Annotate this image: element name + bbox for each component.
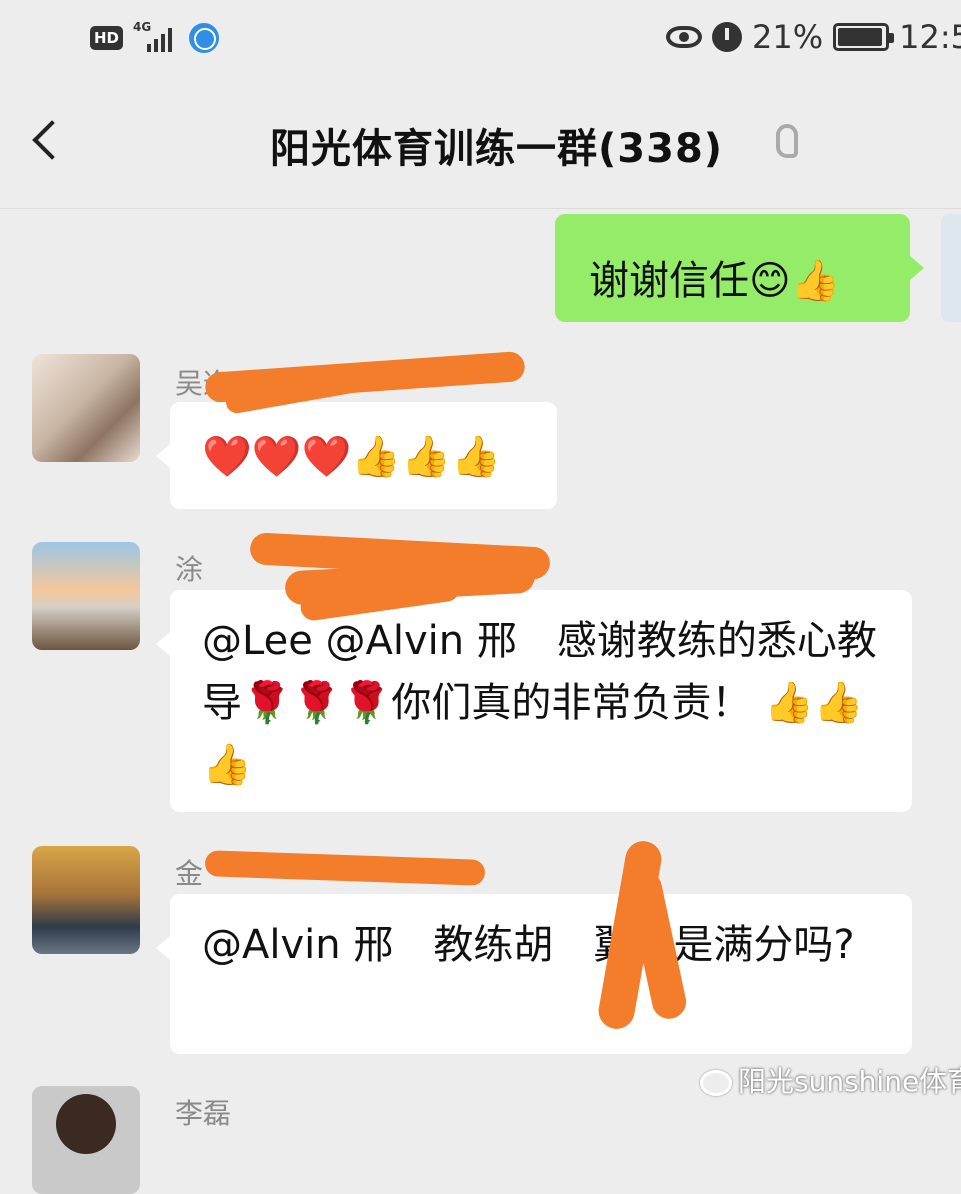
avatar[interactable] — [32, 1086, 140, 1194]
avatar[interactable] — [32, 542, 140, 650]
eye-icon — [666, 26, 703, 48]
chat-title: 阳光体育训练一群(338) — [270, 126, 724, 172]
message-bubble[interactable]: @Alvin 邢 教练胡 翼也是满分吗? — [156, 894, 912, 1054]
earpiece-mode-icon — [776, 124, 798, 158]
back-icon[interactable] — [32, 120, 72, 160]
clock: 12:5 — [899, 18, 961, 56]
alarm-icon — [712, 22, 743, 52]
sender-name: 金 — [175, 857, 204, 890]
browser-icon — [189, 23, 220, 53]
status-bar: HD 4G 21% 12:5 — [0, 0, 961, 80]
battery-icon — [833, 23, 895, 51]
watermark: 阳光sunshine体育 — [700, 1060, 961, 1100]
message-bubble[interactable]: ❤️❤️❤️👍👍👍 — [156, 402, 557, 509]
redaction-scribble — [204, 850, 486, 886]
battery-percent: 21% — [752, 18, 824, 56]
wechat-icon — [700, 1070, 732, 1096]
signal-icon: 4G — [133, 20, 179, 54]
message-bubble[interactable]: @Lee @Alvin 邢 感谢教练的悉心教导🌹🌹🌹你们真的非常负责！ 👍👍👍 — [156, 590, 912, 812]
avatar[interactable] — [32, 354, 140, 462]
avatar[interactable] — [32, 846, 140, 954]
self-message-bubble[interactable]: 谢谢信任😊👍 — [555, 214, 924, 322]
sender-name: 涂 — [175, 553, 204, 586]
chat-header: 阳光体育训练一群(338) — [0, 80, 961, 209]
self-avatar[interactable] — [941, 214, 961, 322]
sender-name: 李磊 — [175, 1097, 232, 1130]
hd-icon: HD — [90, 26, 124, 50]
